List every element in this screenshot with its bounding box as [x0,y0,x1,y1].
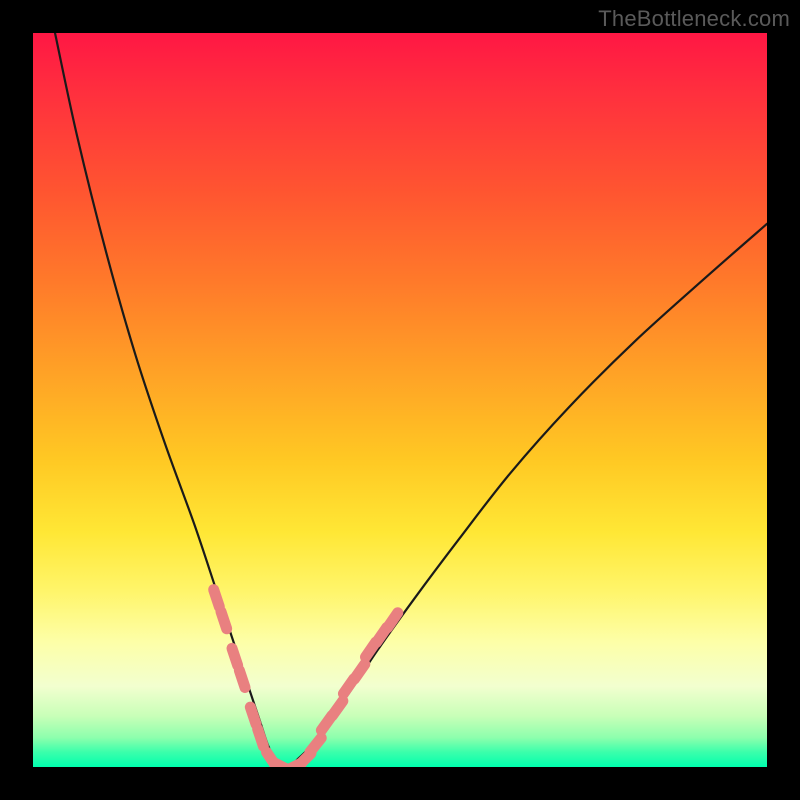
curve-marker [354,664,364,679]
curve-marker [239,670,245,687]
curve-marker [221,612,227,629]
curve-marker [310,738,321,752]
plot-area [33,33,767,767]
watermark-text: TheBottleneck.com [598,6,790,32]
curve-markers [214,590,398,767]
curve-marker [250,707,256,724]
chart-stage: TheBottleneck.com [0,0,800,800]
bottleneck-curve [55,33,767,767]
curve-marker [232,648,238,665]
curve-marker [258,729,264,746]
curve-svg [33,33,767,767]
curve-marker [214,590,220,607]
curve-marker [332,701,342,716]
